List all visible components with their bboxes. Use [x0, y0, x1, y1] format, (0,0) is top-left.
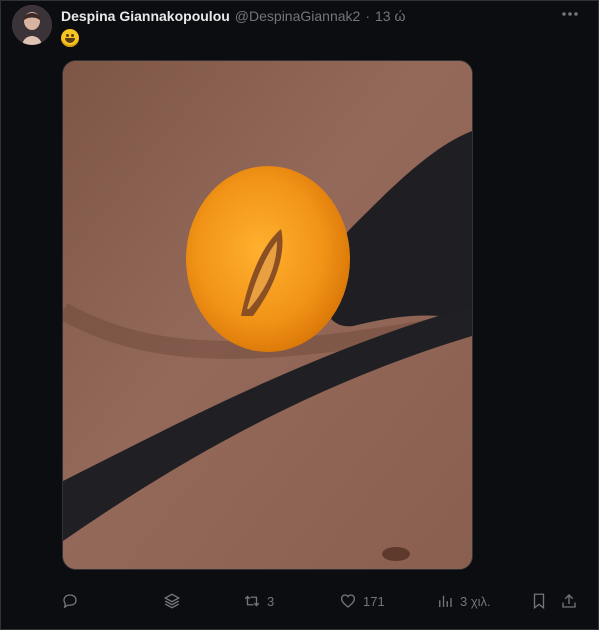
author-handle[interactable]: @DespinaGiannak2	[235, 8, 361, 24]
retweet-button[interactable]: 3	[243, 590, 274, 612]
emoji-eye-right	[71, 34, 74, 37]
tweet-time[interactable]: 13 ώ	[375, 8, 405, 24]
more-dots	[562, 12, 578, 16]
author-avatar[interactable]	[12, 5, 52, 45]
retweet-count: 3	[267, 593, 275, 609]
reply-button[interactable]	[61, 590, 85, 612]
grinning-face-emoji-icon	[61, 29, 79, 47]
grok-button[interactable]	[163, 590, 181, 612]
views-icon	[439, 595, 452, 607]
reply-icon	[63, 594, 77, 609]
emoji-mouth	[65, 38, 75, 43]
bookmark-icon	[533, 593, 545, 610]
share-button[interactable]	[560, 590, 578, 612]
tweet-actions-bar: 3 171 3 χιλ.	[0, 590, 599, 612]
tweet-media-image[interactable]	[62, 60, 473, 570]
bookmark-button[interactable]	[530, 590, 548, 612]
emoji-eye-left	[66, 34, 69, 37]
photo-peach-swimsuit-icon	[63, 61, 472, 569]
avatar-image	[12, 5, 52, 45]
views-count: 3 χιλ.	[460, 593, 491, 609]
share-icon	[562, 594, 576, 608]
header-separator: ·	[365, 8, 370, 24]
retweet-icon	[244, 595, 260, 607]
layers-icon	[163, 593, 181, 609]
author-name[interactable]: Despina Giannakopoulou	[61, 8, 230, 24]
views-button[interactable]: 3 χιλ.	[436, 590, 491, 612]
tweet-header: Despina Giannakopoulou @DespinaGiannak2 …	[61, 8, 405, 26]
more-options-icon[interactable]	[560, 5, 580, 23]
like-count: 171	[363, 593, 385, 609]
like-button[interactable]: 171	[339, 590, 385, 612]
heart-icon	[340, 594, 356, 608]
